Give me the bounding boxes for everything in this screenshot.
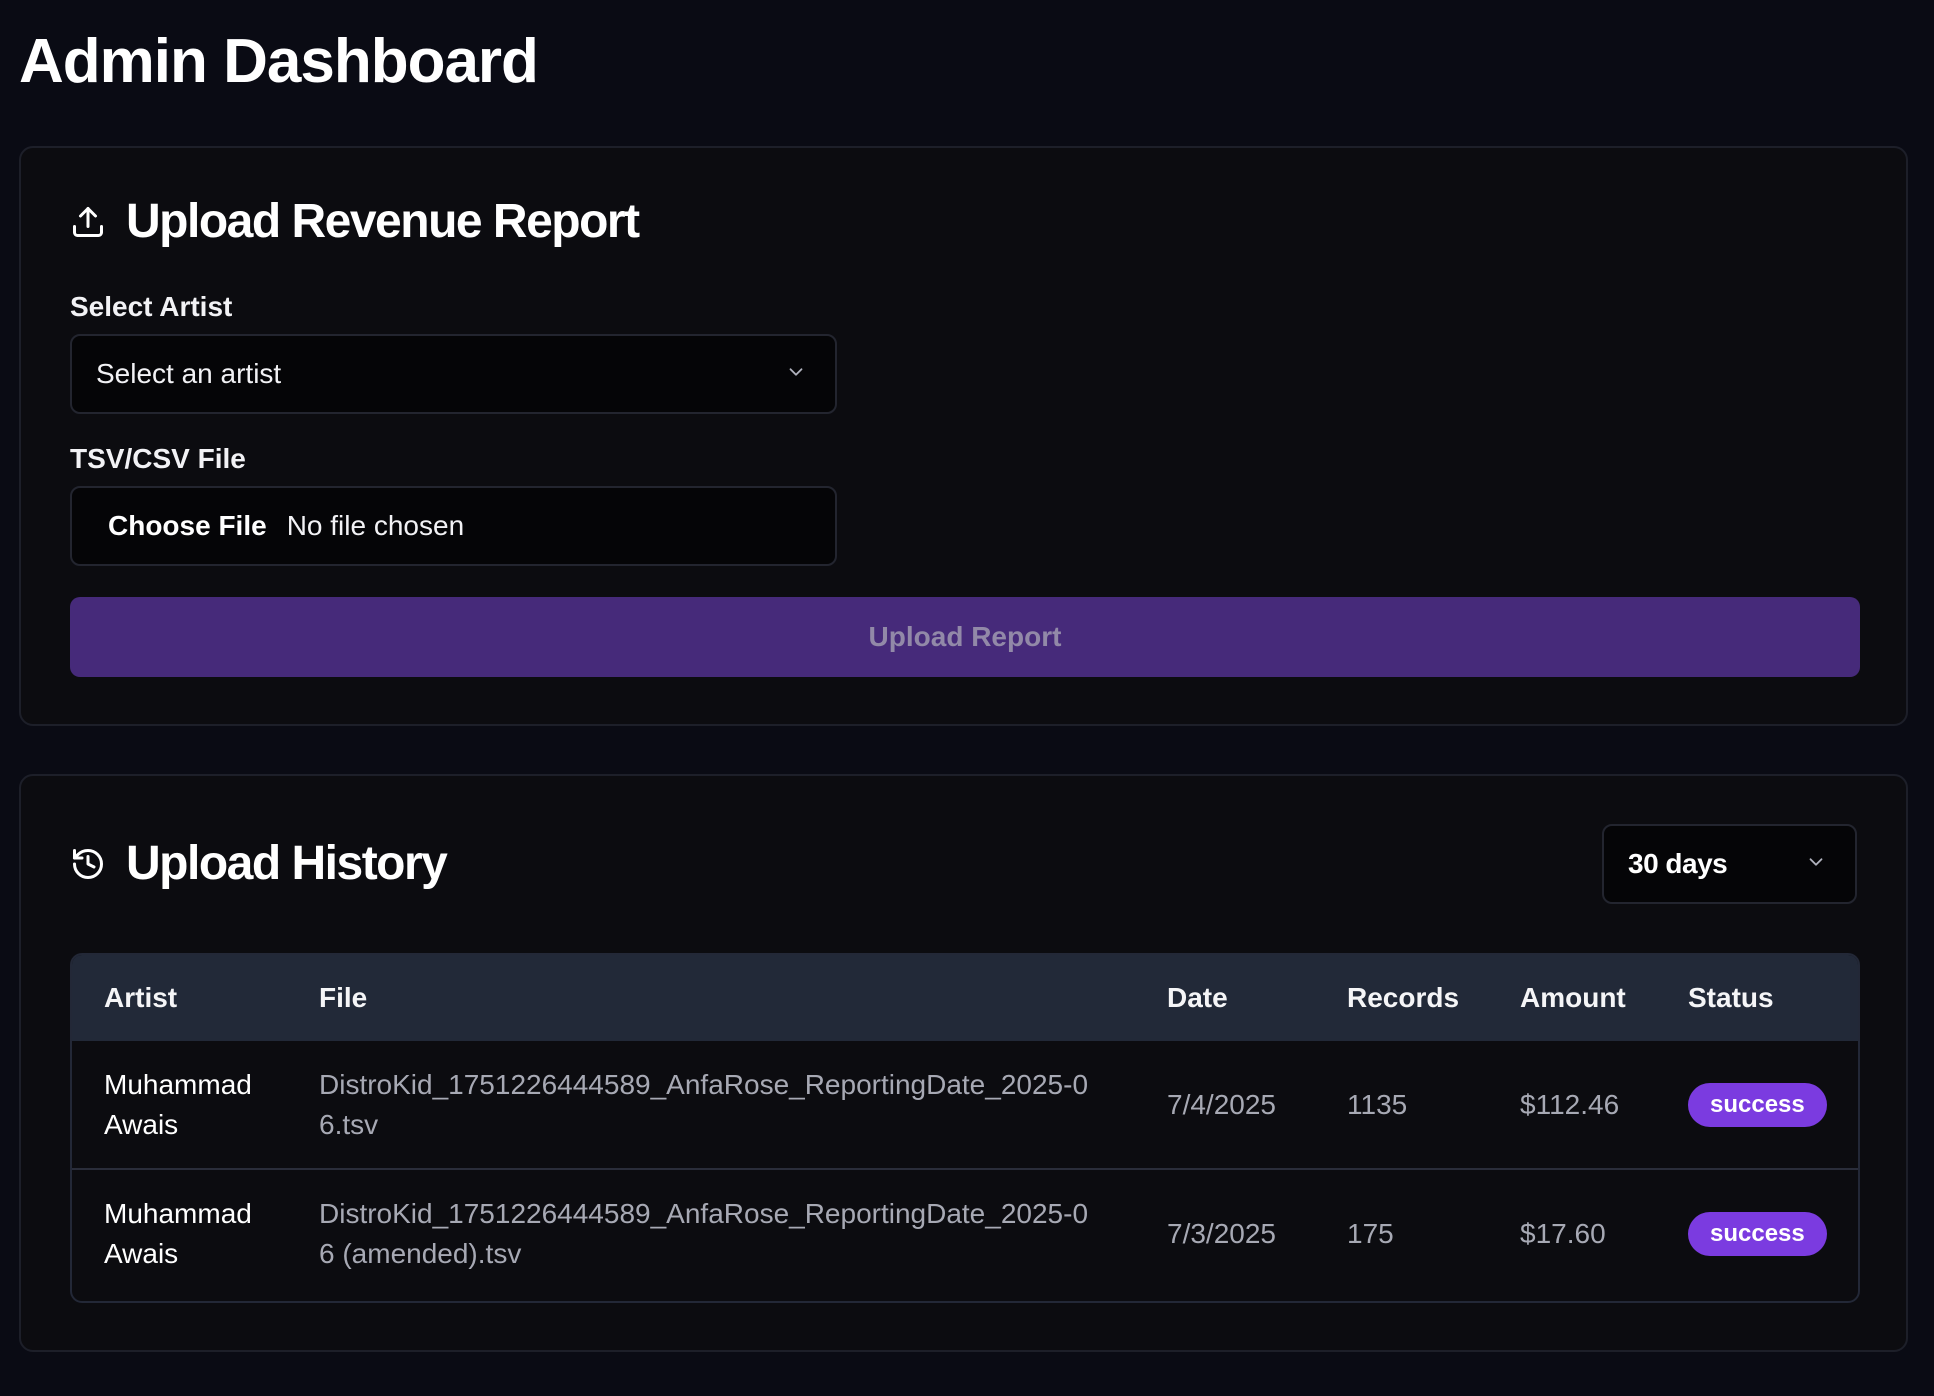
file-cell: DistroKid_1751226444589_AnfaRose_Reporti… bbox=[319, 1198, 1089, 1269]
upload-card-header: Upload Revenue Report bbox=[70, 192, 640, 252]
amount-cell: $112.46 bbox=[1520, 1088, 1620, 1120]
date-cell: 7/4/2025 bbox=[1167, 1088, 1276, 1120]
table-row: Muhammad Awais DistroKid_1751226444589_A… bbox=[72, 1169, 1858, 1298]
status-cell: success bbox=[1656, 1041, 1858, 1169]
upload-card-title: Upload Revenue Report bbox=[126, 195, 640, 248]
table-header-row: Artist File Date Records Amount Status bbox=[72, 955, 1858, 1041]
date-cell: 7/3/2025 bbox=[1167, 1218, 1276, 1249]
artist-select-value: Select an artist bbox=[96, 358, 282, 389]
column-header-date: Date bbox=[1167, 982, 1228, 1013]
column-header-artist: Artist bbox=[104, 982, 178, 1013]
column-header-status: Status bbox=[1688, 982, 1774, 1013]
records-cell: 1135 bbox=[1347, 1088, 1408, 1120]
artist-select[interactable]: Select an artist bbox=[70, 334, 837, 414]
column-header-file: File bbox=[319, 982, 368, 1013]
file-input[interactable]: Choose File No file chosen bbox=[70, 486, 837, 566]
status-badge: success bbox=[1688, 1212, 1827, 1256]
select-artist-label: Select Artist bbox=[70, 291, 233, 322]
date-range-value: 30 days bbox=[1628, 848, 1728, 879]
date-range-select[interactable]: 30 days bbox=[1602, 824, 1857, 904]
amount-cell: $17.60 bbox=[1520, 1218, 1606, 1249]
choose-file-button[interactable]: Choose File bbox=[108, 510, 267, 542]
admin-dashboard-page: Admin Dashboard Upload Revenue Report Se… bbox=[0, 0, 1934, 1396]
upload-history-table: Artist File Date Records Amount Status M… bbox=[70, 953, 1860, 1303]
records-cell: 175 bbox=[1347, 1218, 1394, 1249]
upload-report-button[interactable]: Upload Report bbox=[70, 597, 1860, 677]
column-header-amount: Amount bbox=[1520, 982, 1626, 1013]
status-badge: success bbox=[1688, 1082, 1827, 1127]
chevron-down-icon bbox=[785, 361, 807, 388]
artist-cell: Muhammad Awais bbox=[104, 1068, 252, 1140]
file-label: TSV/CSV File bbox=[70, 443, 246, 474]
history-icon bbox=[70, 846, 106, 882]
history-card-title: Upload History bbox=[126, 837, 448, 890]
chevron-down-icon bbox=[1805, 851, 1827, 878]
table-row: Muhammad Awais DistroKid_1751226444589_A… bbox=[72, 1041, 1858, 1169]
file-cell: DistroKid_1751226444589_AnfaRose_Reporti… bbox=[319, 1068, 1089, 1140]
upload-report-card: Upload Revenue Report Select Artist Sele… bbox=[19, 146, 1908, 726]
page-title: Admin Dashboard bbox=[19, 27, 539, 96]
upload-history-card: Upload History 30 days Artist File Date … bbox=[19, 774, 1908, 1352]
column-header-records: Records bbox=[1347, 982, 1460, 1013]
status-cell: success bbox=[1656, 1169, 1858, 1298]
artist-cell: Muhammad Awais bbox=[104, 1198, 252, 1269]
history-card-header: Upload History bbox=[70, 834, 448, 894]
file-status-text: No file chosen bbox=[286, 510, 465, 541]
upload-icon bbox=[70, 204, 106, 240]
